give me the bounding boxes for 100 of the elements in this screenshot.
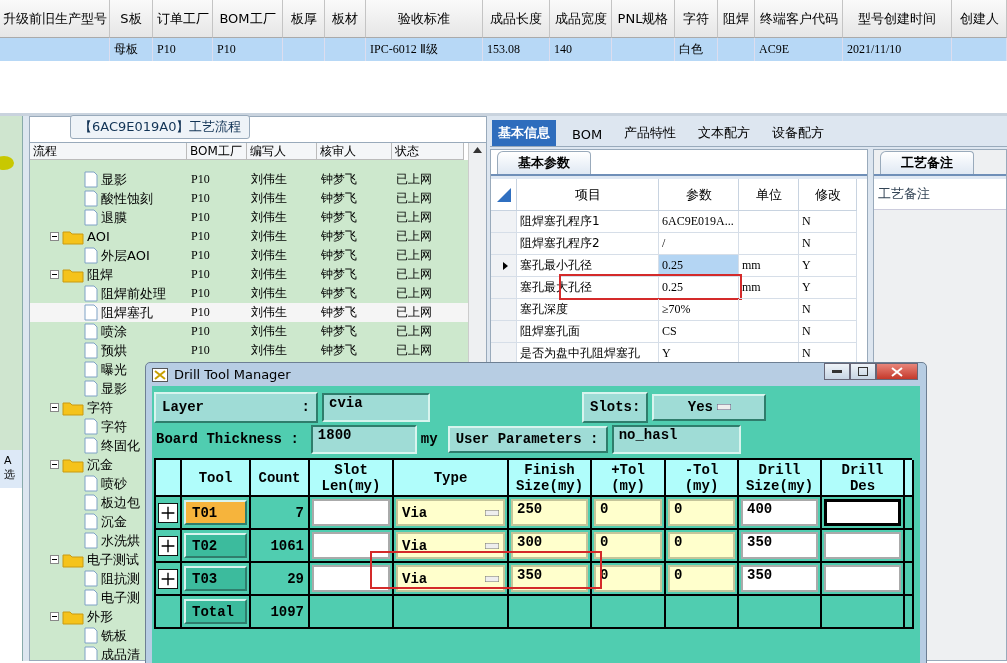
table-cell: 钟梦飞 (321, 343, 357, 357)
table-cell: P10 (191, 267, 210, 281)
table-cell: 钟梦飞 (321, 267, 357, 281)
table-cell: 1097 (251, 596, 310, 629)
table-cell: 已上网 (396, 324, 432, 338)
tree-label: 铣板 (101, 626, 127, 645)
tree-label: 电子测 (101, 588, 140, 607)
tree-label: 字符 (87, 398, 113, 417)
column-header: Type (394, 460, 509, 497)
table-cell: Y (799, 277, 857, 299)
table-cell: 刘伟生 (251, 210, 287, 224)
table-cell: 刘伟生 (251, 267, 287, 281)
table-cell: 已上网 (396, 229, 432, 243)
column-header: 单位 (739, 179, 799, 211)
table-cell: 已上网 (396, 248, 432, 262)
tree-label: 退膜 (101, 208, 127, 227)
table-cell: 已上网 (396, 267, 432, 281)
table-cell: mm (739, 277, 799, 299)
table-cell: 钟梦飞 (321, 172, 357, 186)
column-header: 参数 (659, 179, 739, 211)
table-cell: 6AC9E019A... (659, 211, 739, 233)
notes-label: 工艺备注 (874, 179, 1006, 210)
table-cell: 钟梦飞 (321, 248, 357, 262)
table-cell: 7 (251, 497, 310, 530)
tree-label: 成品清 (101, 645, 140, 660)
unit-label: my (420, 431, 438, 447)
table-cell: 钟梦飞 (321, 191, 357, 205)
tree-label: 阻焊 (87, 265, 113, 284)
tree-label: 外形 (87, 607, 113, 626)
table-cell: 钟梦飞 (321, 324, 357, 338)
table-cell: 钟梦飞 (321, 305, 357, 319)
tree-label: 水洗烘 (101, 531, 140, 550)
panel-title: 【6AC9E019A0】工艺流程 (70, 115, 251, 139)
tree-label: 曝光 (101, 360, 127, 379)
tree-label: 外层AOI (101, 246, 150, 265)
table-cell: P10 (191, 286, 210, 300)
tree-label: 沉金 (87, 455, 113, 474)
table-cell: P10 (191, 191, 210, 205)
tree-label: 酸性蚀刻 (101, 189, 153, 208)
tree-label: 板边包 (101, 493, 140, 512)
column-header: -Tol (my) (666, 460, 739, 497)
layer-label: Layer : (154, 391, 318, 423)
tree-label: 预烘 (101, 341, 127, 360)
table-cell: 刘伟生 (251, 191, 287, 205)
column-header: 项目 (517, 179, 659, 211)
tree-label: 字符 (101, 417, 127, 436)
table-cell: 钟梦飞 (321, 210, 357, 224)
panel-label: 选 (4, 467, 16, 482)
column-header: Slot Len(my) (310, 460, 394, 497)
window-title: Drill Tool Manager (174, 367, 292, 382)
table-cell: N (799, 233, 857, 255)
table-cell: 钟梦飞 (321, 286, 357, 300)
column-header: Drill Size(my) (739, 460, 822, 497)
table-cell: 已上网 (396, 210, 432, 224)
column-header: Finish Size(my) (509, 460, 592, 497)
table-cell: 刘伟生 (251, 343, 287, 357)
thickness-label: Board Thickness : (155, 431, 299, 447)
column-header: Drill Des (822, 460, 905, 497)
table-cell: 0.25 (659, 255, 739, 277)
tree-label: 阻焊塞孔 (101, 303, 153, 322)
tree-label: 电子测试 (87, 550, 139, 569)
slots-label: Slots: (582, 391, 649, 423)
column-header: +Tol (my) (592, 460, 666, 497)
table-cell: N (799, 299, 857, 321)
table-cell: 塞孔深度 (517, 299, 659, 321)
table-cell: 已上网 (396, 191, 432, 205)
tree-label: AOI (87, 229, 110, 244)
table-cell: P10 (191, 248, 210, 262)
column-header: Tool (182, 460, 251, 497)
table-cell: P10 (191, 229, 210, 243)
tree-label: 阻焊前处理 (101, 284, 166, 303)
table-cell: 刘伟生 (251, 324, 287, 338)
table-cell: 29 (251, 563, 310, 596)
table-cell: N (799, 321, 857, 343)
table-cell: 已上网 (396, 343, 432, 357)
tree-label: 喷砂 (101, 474, 127, 493)
tree-label: 显影 (101, 170, 127, 189)
table-cell: 阻焊塞孔面 (517, 321, 659, 343)
table-cell: P10 (191, 343, 210, 357)
table-cell: 1061 (251, 530, 310, 563)
column-header: Count (251, 460, 310, 497)
table-cell: 已上网 (396, 172, 432, 186)
table-cell: mm (739, 255, 799, 277)
table-cell: 刘伟生 (251, 172, 287, 186)
table-cell: P10 (191, 210, 210, 224)
table-cell: 0.25 (659, 277, 739, 299)
table-cell: P10 (191, 305, 210, 319)
column-header: 修改 (799, 179, 857, 211)
table-cell: ≥70% (659, 299, 739, 321)
table-cell: Y (799, 255, 857, 277)
tree-label: 沉金 (101, 512, 127, 531)
table-cell: P10 (191, 324, 210, 338)
table-cell: N (799, 211, 857, 233)
table-cell: 已上网 (396, 286, 432, 300)
table-cell: 刘伟生 (251, 229, 287, 243)
table-cell: 刘伟生 (251, 286, 287, 300)
table-cell: 刘伟生 (251, 305, 287, 319)
tree-label: 终固化 (101, 436, 140, 455)
tree-label: 阻抗测 (101, 569, 140, 588)
table-cell: CS (659, 321, 739, 343)
